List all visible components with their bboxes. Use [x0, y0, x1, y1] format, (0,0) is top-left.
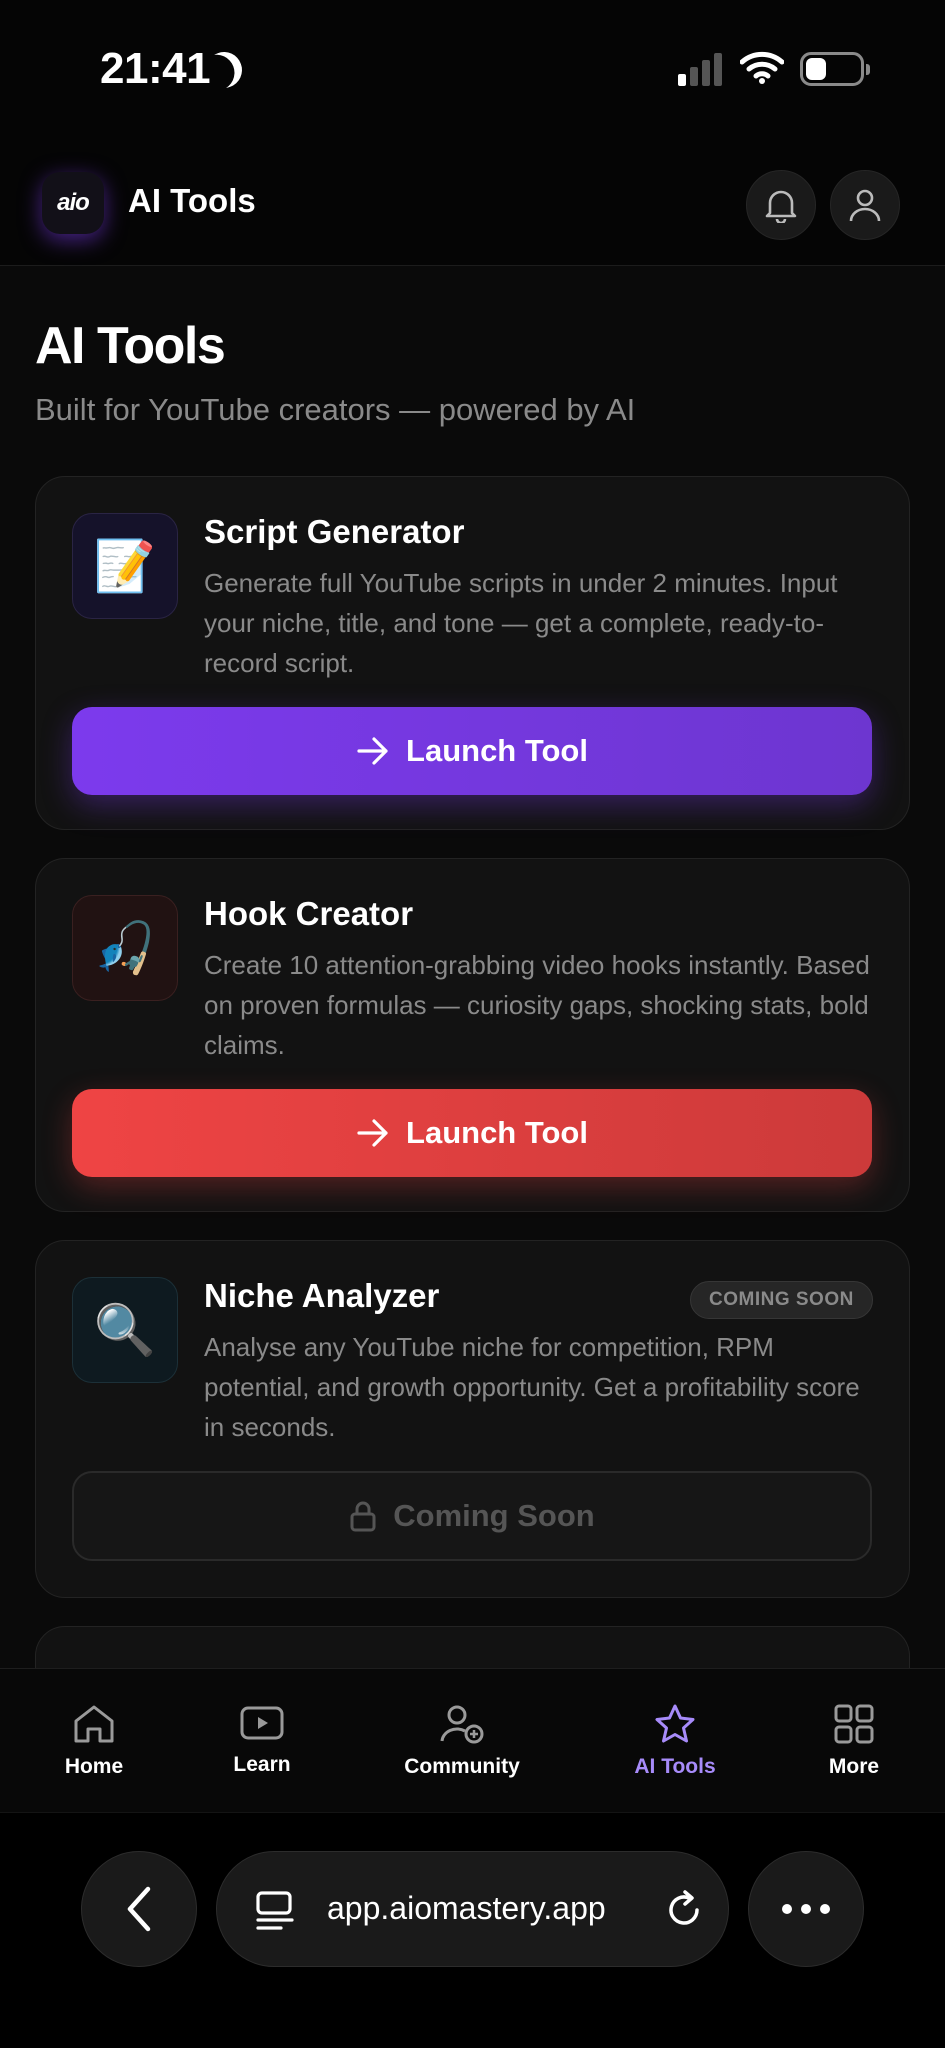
tool-card-niche-analyzer: 🔍 Niche Analyzer COMING SOON Analyse any… [35, 1240, 910, 1598]
tool-card-hook-creator: 🎣 Hook Creator Create 10 attention-grabb… [35, 858, 910, 1212]
bottom-nav: Home Learn Community AI Tools More [0, 1668, 945, 1812]
play-icon [240, 1706, 284, 1740]
signal-icon [678, 52, 724, 86]
nav-item-ai-tools[interactable]: AI Tools [620, 1669, 730, 1813]
status-time: 21:41 [100, 44, 211, 93]
logo-text: aio [57, 189, 90, 216]
lock-icon [350, 1501, 376, 1532]
nav-item-community[interactable]: Community [392, 1669, 532, 1813]
magnifier-icon: 🔍 [72, 1277, 178, 1383]
nav-label: Home [64, 1755, 124, 1778]
tool-card-script-generator: 📝 Script Generator Generate full YouTube… [35, 476, 910, 830]
tool-title: Niche Analyzer [204, 1277, 440, 1314]
app-logo[interactable]: aio [42, 172, 104, 234]
page-title: AI Tools [35, 317, 226, 375]
arrow-right-icon [357, 737, 388, 765]
app-screen: 21:41 aio AI Tools AI Tools Built for Yo… [0, 0, 945, 2048]
launch-tool-label: Launch Tool [406, 1115, 588, 1150]
battery-icon [800, 52, 870, 86]
back-button[interactable] [81, 1851, 197, 1967]
header-title: AI Tools [128, 182, 256, 219]
bell-icon [765, 190, 797, 223]
arrow-right-icon [357, 1119, 388, 1147]
app-header: aio AI Tools [0, 140, 945, 266]
user-plus-icon [440, 1705, 484, 1744]
nav-item-more[interactable]: More [804, 1669, 904, 1813]
notifications-button[interactable] [746, 170, 816, 240]
fishing-icon: 🎣 [72, 895, 178, 1001]
profile-button[interactable] [830, 170, 900, 240]
ellipsis-icon [782, 1904, 830, 1914]
tool-description: Analyse any YouTube niche for competitio… [204, 1332, 860, 1442]
launch-tool-button[interactable]: Launch Tool [72, 707, 872, 795]
reload-icon[interactable] [665, 1888, 705, 1932]
status-bar: 21:41 [0, 0, 945, 140]
memo-icon: 📝 [72, 513, 178, 619]
launch-tool-label: Launch Tool [406, 733, 588, 768]
nav-label: Learn [233, 1753, 291, 1776]
tabs-icon [256, 1891, 294, 1930]
nav-label: More [828, 1755, 880, 1778]
launch-tool-button[interactable]: Launch Tool [72, 1089, 872, 1177]
nav-label: AI Tools [634, 1755, 716, 1778]
wifi-icon [740, 51, 784, 84]
tool-title: Script Generator [204, 513, 465, 550]
tool-description: Create 10 attention-grabbing video hooks… [204, 950, 870, 1060]
tool-title: Hook Creator [204, 895, 414, 932]
grid-icon [834, 1704, 874, 1744]
coming-soon-label: Coming Soon [393, 1498, 595, 1533]
url-bar[interactable]: app.aiomastery.app [216, 1851, 729, 1967]
user-icon [849, 189, 881, 222]
more-options-button[interactable] [748, 1851, 864, 1967]
coming-soon-badge: COMING SOON [690, 1281, 873, 1319]
url-text: app.aiomastery.app [327, 1890, 606, 1926]
star-icon [655, 1704, 695, 1743]
nav-item-home[interactable]: Home [44, 1669, 144, 1813]
home-icon [74, 1705, 114, 1743]
chevron-left-icon [127, 1886, 151, 1932]
nav-item-learn[interactable]: Learn [212, 1669, 312, 1813]
nav-label: Community [404, 1755, 520, 1778]
coming-soon-button[interactable]: Coming Soon [72, 1471, 872, 1561]
browser-bar: app.aiomastery.app [0, 1812, 945, 2048]
page-subtitle: Built for YouTube creators — powered by … [35, 392, 636, 427]
tool-description: Generate full YouTube scripts in under 2… [204, 568, 838, 678]
